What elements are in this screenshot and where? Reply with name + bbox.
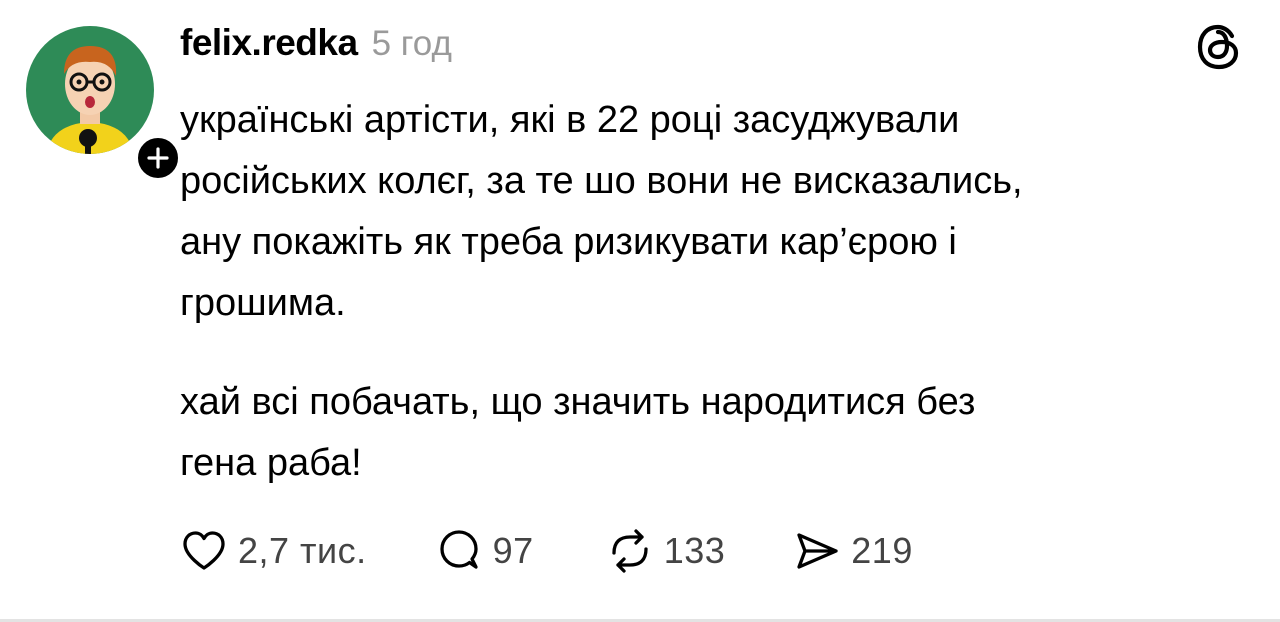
heart-icon bbox=[183, 531, 225, 570]
reposts-count: 133 bbox=[663, 530, 726, 571]
avatar-container[interactable] bbox=[26, 26, 184, 184]
repost-icon bbox=[612, 529, 648, 573]
repost-button[interactable]: 133 bbox=[606, 527, 726, 575]
likes-count: 2,7 тис. bbox=[238, 530, 367, 571]
post-time: 5 год bbox=[371, 24, 452, 63]
username[interactable]: felix.redka bbox=[180, 22, 358, 64]
comment-icon bbox=[440, 530, 478, 569]
post-paragraph: хай всі побачать, що значить народитися … bbox=[180, 381, 976, 484]
reply-button[interactable]: 97 bbox=[435, 527, 534, 575]
plus-icon bbox=[147, 147, 169, 169]
post-header: felix.redka 5 год bbox=[180, 22, 452, 72]
share-icon bbox=[797, 533, 838, 569]
action-bar: 2,7 тис. 97 133 219 bbox=[180, 526, 913, 576]
shares-count: 219 bbox=[851, 530, 913, 571]
share-button[interactable]: 219 bbox=[793, 527, 913, 575]
avatar[interactable] bbox=[26, 26, 154, 154]
post-paragraph: українські артісти, які в 22 році засудж… bbox=[180, 99, 1023, 324]
like-button[interactable]: 2,7 тис. bbox=[180, 527, 367, 575]
follow-button[interactable] bbox=[132, 132, 184, 184]
post-body: українські артісти, які в 22 році засудж… bbox=[180, 90, 1240, 494]
replies-count: 97 bbox=[492, 530, 534, 571]
threads-logo-icon[interactable] bbox=[1194, 22, 1244, 72]
